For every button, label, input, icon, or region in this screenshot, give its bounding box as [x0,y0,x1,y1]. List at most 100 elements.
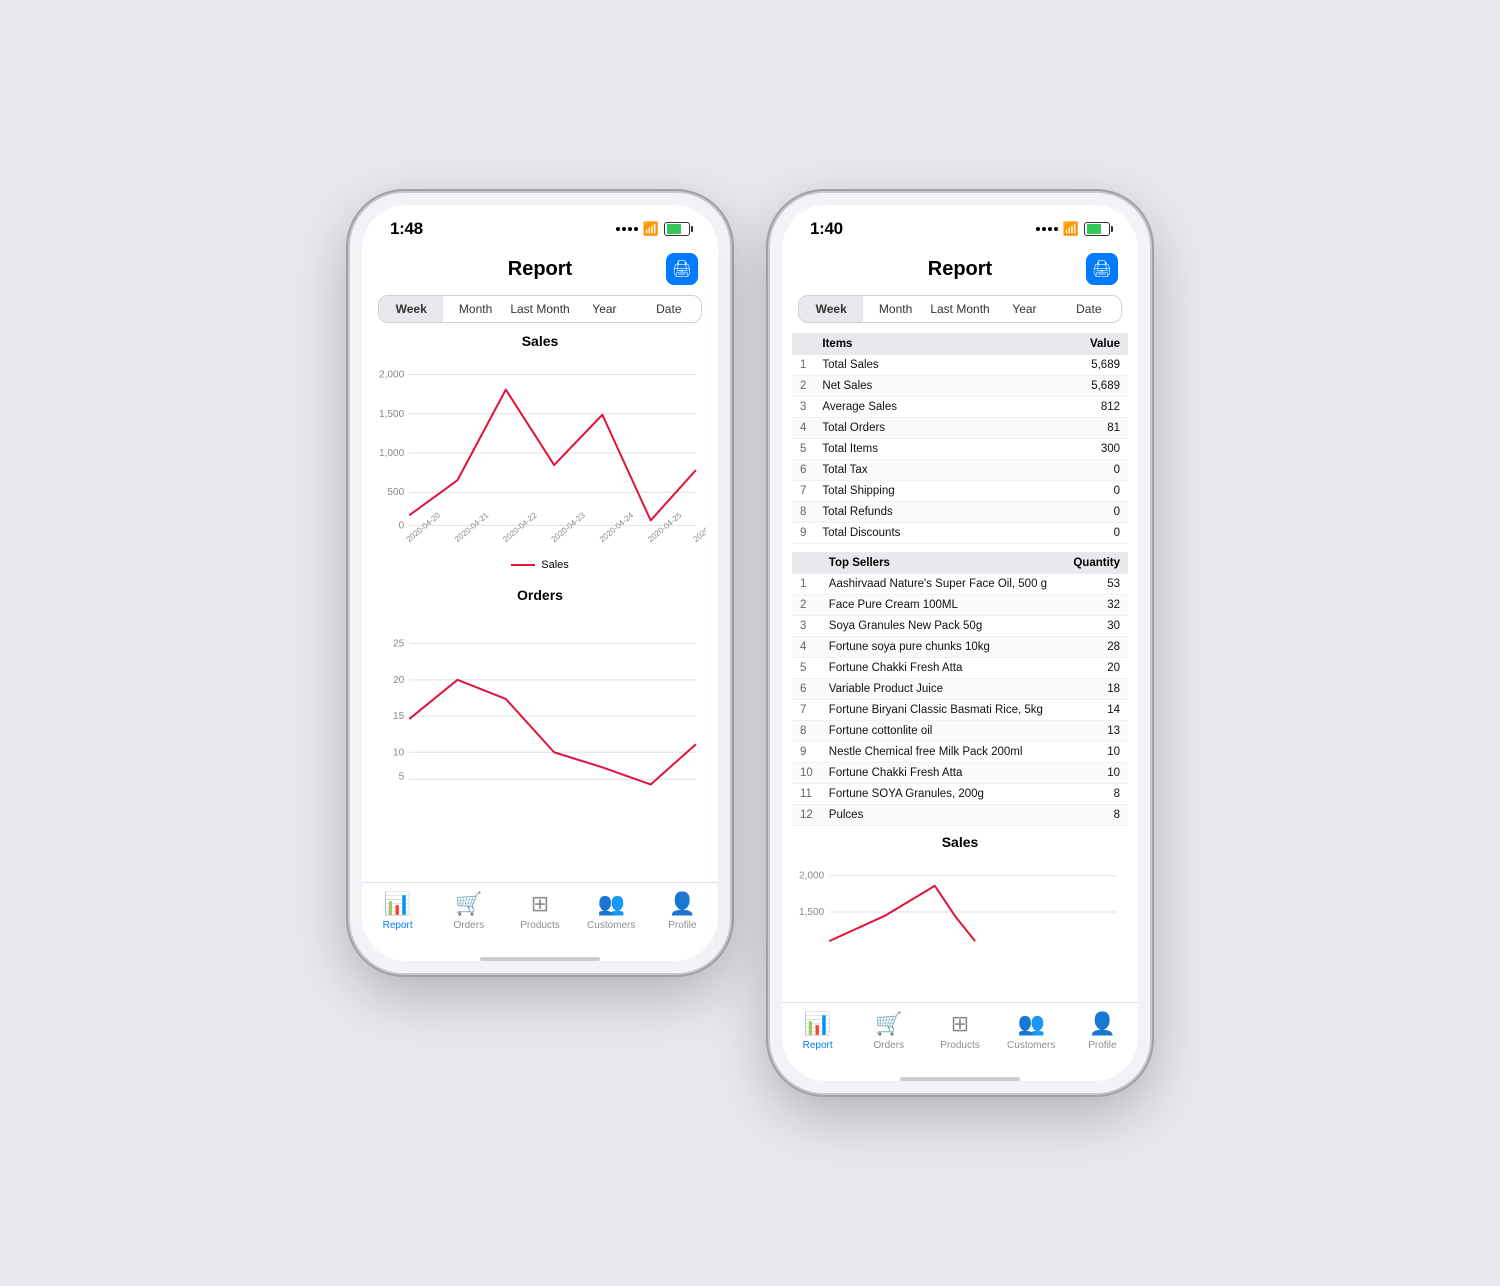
tab-date-right[interactable]: Date [1057,296,1121,322]
row-value: 300 [1025,439,1128,460]
row-item: Total Tax [814,460,1024,481]
tab-year-right[interactable]: Year [992,296,1056,322]
svg-text:2020-04-23: 2020-04-23 [550,510,588,544]
app-header-left: Report 🖨 [362,245,718,295]
nav-customers-right[interactable]: 👥 Customers [996,1011,1067,1051]
status-bar-right: 1:40 📶 [782,205,1138,245]
wifi-icon-right: 📶 [1063,221,1079,237]
sales-chart-container: 2,000 1,500 1,000 500 0 [374,355,706,555]
tab-date-left[interactable]: Date [637,296,701,322]
tab-month-left[interactable]: Month [443,296,507,322]
tab-week-right[interactable]: Week [799,296,863,322]
row-item: Average Sales [814,397,1024,418]
row-num: 2 [792,595,821,616]
svg-text:0: 0 [399,520,405,531]
row-num: 1 [792,355,814,376]
nav-report-label-left: Report [383,920,413,931]
row-item: Nestle Chemical free Milk Pack 200ml [821,742,1063,763]
row-item: Soya Granules New Pack 50g [821,616,1063,637]
row-item: Total Items [814,439,1024,460]
battery-icon-right [1084,222,1110,236]
sales-legend: Sales [374,559,706,571]
header-title-right: Report [834,258,1086,281]
filter-tabs-left[interactable]: Week Month Last Month Year Date [378,295,702,323]
legend-label: Sales [541,559,569,571]
svg-text:500: 500 [387,487,404,498]
sales-chart-right: Sales 2,000 1,500 [782,834,1138,1002]
nav-products-left[interactable]: ⊞ Products [504,891,575,931]
topseller-row: 4 Fortune soya pure chunks 10kg 28 [792,637,1128,658]
print-icon-left[interactable]: 🖨 [666,253,698,285]
topseller-row: 2 Face Pure Cream 100ML 32 [792,595,1128,616]
row-num: 2 [792,376,814,397]
tab-lastmonth-left[interactable]: Last Month [508,296,572,322]
svg-text:1,500: 1,500 [379,409,405,420]
row-item: Pulces [821,805,1063,826]
row-item: Total Sales [814,355,1024,376]
row-num: 11 [792,784,821,805]
tab-lastmonth-right[interactable]: Last Month [928,296,992,322]
nav-orders-label-left: Orders [454,920,485,931]
signal-dots [616,227,638,231]
row-qty: 10 [1063,763,1128,784]
row-num: 3 [792,616,821,637]
topseller-row: 6 Variable Product Juice 18 [792,679,1128,700]
row-num: 4 [792,637,821,658]
top-sellers-table: Top Sellers Quantity 1 Aashirvaad Nature… [792,552,1128,826]
battery-icon [664,222,690,236]
row-item: Fortune Chakki Fresh Atta [821,658,1063,679]
row-item: Total Shipping [814,481,1024,502]
summary-row: 2 Net Sales 5,689 [792,376,1128,397]
row-qty: 13 [1063,721,1128,742]
report-icon-left: 📊 [384,891,411,917]
content-left: Sales 2,000 1,500 1,000 500 0 [362,333,718,882]
products-icon-left: ⊞ [531,891,549,917]
products-icon-right: ⊞ [951,1011,969,1037]
tab-week-left[interactable]: Week [379,296,443,322]
nav-products-label-right: Products [940,1040,979,1051]
row-item: Fortune Biryani Classic Basmati Rice, 5k… [821,700,1063,721]
row-item: Face Pure Cream 100ML [821,595,1063,616]
nav-customers-left[interactable]: 👥 Customers [576,891,647,931]
nav-orders-right[interactable]: 🛒 Orders [853,1011,924,1051]
nav-report-label-right: Report [803,1040,833,1051]
nav-products-right[interactable]: ⊞ Products [924,1011,995,1051]
sales-svg: 2,000 1,500 1,000 500 0 [374,355,706,555]
nav-orders-left[interactable]: 🛒 Orders [433,891,504,931]
nav-report-left[interactable]: 📊 Report [362,891,433,931]
row-value: 812 [1025,397,1128,418]
nav-products-label-left: Products [520,920,559,931]
summary-row: 9 Total Discounts 0 [792,523,1128,544]
sales-chart-container-right: 2,000 1,500 [794,856,1126,986]
print-icon-right[interactable]: 🖨 [1086,253,1118,285]
tab-year-left[interactable]: Year [572,296,636,322]
nav-profile-left[interactable]: 👤 Profile [647,891,718,931]
phone-left: 1:48 📶 Report 🖨 Week [350,193,730,973]
nav-report-right[interactable]: 📊 Report [782,1011,853,1051]
home-indicator-right [900,1077,1020,1081]
topseller-row: 12 Pulces 8 [792,805,1128,826]
signal-dots-right [1036,227,1058,231]
sales-chart-title: Sales [374,333,706,349]
nav-profile-label-right: Profile [1088,1040,1116,1051]
orders-icon-right: 🛒 [875,1011,902,1037]
tab-month-right[interactable]: Month [863,296,927,322]
row-value: 0 [1025,502,1128,523]
row-num: 8 [792,502,814,523]
topseller-row: 10 Fortune Chakki Fresh Atta 10 [792,763,1128,784]
row-item: Total Discounts [814,523,1024,544]
row-value: 81 [1025,418,1128,439]
profile-icon-right: 👤 [1089,1011,1116,1037]
col-value-header: Value [1025,333,1128,355]
summary-row: 7 Total Shipping 0 [792,481,1128,502]
topseller-row: 1 Aashirvaad Nature's Super Face Oil, 50… [792,574,1128,595]
svg-text:2020-04-25: 2020-04-25 [646,510,684,544]
filter-tabs-right[interactable]: Week Month Last Month Year Date [798,295,1122,323]
nav-profile-right[interactable]: 👤 Profile [1067,1011,1138,1051]
row-num: 10 [792,763,821,784]
summary-row: 5 Total Items 300 [792,439,1128,460]
phones-container: 1:48 📶 Report 🖨 Week [350,193,1150,1093]
profile-icon-left: 👤 [669,891,696,917]
row-num: 8 [792,721,821,742]
row-qty: 30 [1063,616,1128,637]
